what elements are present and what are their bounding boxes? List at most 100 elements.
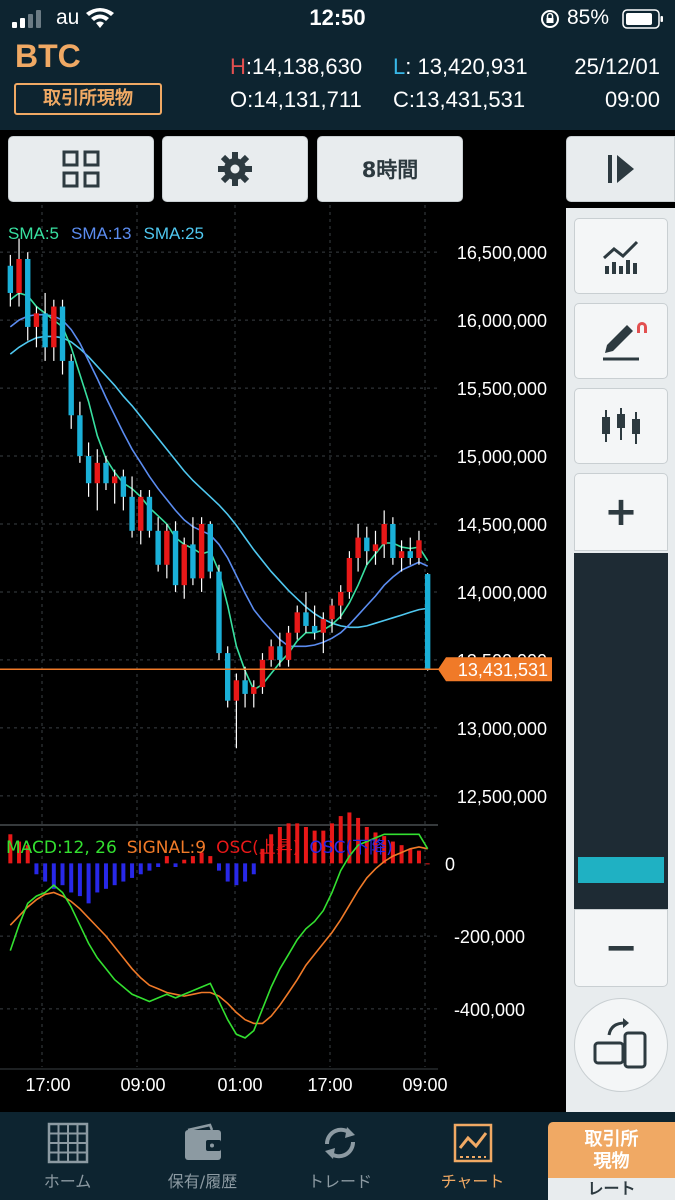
close-value: :13,431,531 bbox=[408, 87, 526, 112]
candle-down bbox=[407, 551, 413, 558]
market-type-button[interactable]: 取引所現物 bbox=[14, 83, 162, 115]
timeframe-button[interactable]: 8時間 bbox=[317, 136, 463, 202]
osc-bar-up bbox=[408, 848, 413, 864]
candle-down bbox=[146, 496, 153, 531]
pen-draw-icon bbox=[603, 322, 647, 361]
osc-bar-down bbox=[225, 863, 230, 882]
replay-button[interactable] bbox=[566, 136, 675, 202]
candle-up bbox=[198, 524, 205, 579]
nav-chart[interactable]: チャート bbox=[425, 1112, 520, 1200]
candlesticks bbox=[7, 238, 431, 749]
candle-down bbox=[172, 530, 179, 586]
osc-bar-up bbox=[303, 827, 308, 864]
high-key: H bbox=[230, 54, 246, 79]
layout-button[interactable] bbox=[8, 136, 154, 202]
price-chart[interactable]: 16,500,000 16,000,000 15,500,000 15,000,000… bbox=[0, 205, 560, 1110]
osc-bar-down bbox=[43, 863, 48, 882]
macd-tick-label: -200,000 bbox=[454, 927, 525, 947]
battery-icon bbox=[622, 9, 663, 29]
sma-legend-label: SMA:13 bbox=[71, 224, 131, 243]
candle-up bbox=[416, 540, 422, 558]
nav-holdings[interactable]: 保有/履歴 bbox=[150, 1112, 255, 1200]
nav-trade[interactable]: トレード bbox=[290, 1112, 390, 1200]
candle-down bbox=[311, 625, 318, 633]
time-tick-label: 09:00 bbox=[120, 1075, 165, 1095]
open-key: O bbox=[230, 87, 248, 112]
price-tick-label: 12,500,000 bbox=[457, 787, 547, 807]
zoom-out-button[interactable]: − bbox=[574, 909, 668, 987]
osc-bar-down bbox=[77, 863, 82, 897]
refresh-arrows-icon bbox=[324, 1127, 356, 1159]
drawing-tool-button[interactable] bbox=[574, 303, 668, 379]
time-tick-label: 17:00 bbox=[25, 1075, 70, 1095]
osc-bar-up bbox=[416, 850, 421, 864]
low-value: : 13,420,931 bbox=[405, 54, 528, 79]
nav-trade-label: トレード bbox=[307, 1172, 372, 1191]
osc-bar-down bbox=[243, 863, 248, 882]
candle-down bbox=[7, 265, 14, 293]
osc-bar-down bbox=[112, 863, 117, 886]
trade-button-line1: 取引所 bbox=[584, 1129, 639, 1150]
macd-tick-label: -400,000 bbox=[454, 1000, 525, 1020]
low-key: L bbox=[393, 54, 406, 79]
nav-holdings-label: 保有/履歴 bbox=[167, 1172, 238, 1191]
candle-down bbox=[207, 524, 214, 572]
zoom-slider-thumb[interactable] bbox=[578, 856, 664, 883]
rotate-screen-button[interactable] bbox=[574, 998, 668, 1092]
osc-bar-up bbox=[182, 859, 187, 864]
nav-home[interactable]: ホーム bbox=[20, 1112, 115, 1200]
candle-down bbox=[77, 415, 83, 457]
chart-type-button[interactable] bbox=[574, 388, 668, 464]
candle-down bbox=[364, 537, 370, 552]
candle-down bbox=[277, 646, 283, 660]
candle-up bbox=[233, 680, 240, 701]
osc-bar-up bbox=[425, 863, 430, 865]
time-tick-label: 17:00 bbox=[307, 1075, 352, 1095]
rotate-device-icon bbox=[593, 1018, 647, 1069]
trade-button-sub: レート bbox=[548, 1178, 675, 1200]
macd-tick-label: 0 bbox=[445, 854, 455, 874]
candle-up bbox=[398, 551, 405, 558]
trade-spot-button[interactable]: 取引所 現物 レート bbox=[548, 1122, 675, 1200]
osc-bar-down bbox=[60, 863, 65, 886]
settings-button[interactable] bbox=[162, 136, 308, 202]
time-tick-label: 09:00 bbox=[402, 1075, 447, 1095]
candle-up bbox=[346, 557, 353, 592]
candle-up bbox=[94, 462, 100, 484]
zoom-in-button[interactable]: + bbox=[574, 473, 668, 551]
candle-up bbox=[381, 524, 387, 545]
candle-down bbox=[59, 306, 66, 361]
osc-bar-down bbox=[251, 863, 256, 875]
nav-chart-label: チャート bbox=[440, 1172, 505, 1191]
indicator-button[interactable] bbox=[574, 218, 668, 294]
macd-legend-label: SIGNAL:9 bbox=[127, 838, 206, 858]
chart-icon bbox=[453, 1123, 492, 1163]
candle-up bbox=[329, 605, 335, 620]
chart-tool-panel: + − bbox=[566, 208, 675, 1112]
minus-icon: − bbox=[604, 925, 638, 971]
candle-down bbox=[424, 574, 431, 670]
macd-legend-label: MACD:12, 26 bbox=[6, 838, 117, 858]
osc-bar-down bbox=[34, 863, 39, 875]
candle-up bbox=[138, 496, 144, 531]
candle-down bbox=[103, 462, 109, 484]
bar-time: 09:00 bbox=[604, 87, 660, 112]
close-key: C bbox=[393, 87, 409, 112]
osc-bar-down bbox=[69, 863, 74, 893]
candle-up bbox=[338, 591, 344, 606]
candle-down bbox=[216, 571, 222, 654]
price-tick-label: 15,500,000 bbox=[457, 379, 547, 399]
open-value: :14,131,711 bbox=[247, 87, 362, 112]
candle-up bbox=[355, 537, 361, 558]
price-tick-label: 14,000,000 bbox=[457, 583, 547, 603]
plus-icon: + bbox=[604, 489, 638, 535]
trade-button-line2: 現物 bbox=[593, 1151, 630, 1172]
candle-up bbox=[51, 306, 57, 348]
close-price: C:13,431,531 bbox=[393, 87, 525, 113]
zoom-slider[interactable] bbox=[574, 553, 668, 909]
macd-legend-label: OSC(下降) bbox=[309, 838, 392, 858]
price-axis: 16,500,000 16,000,000 15,500,000 15,000,000… bbox=[0, 243, 552, 807]
gear-icon bbox=[218, 152, 252, 186]
candle-down bbox=[190, 544, 196, 579]
candle-up bbox=[16, 258, 22, 293]
